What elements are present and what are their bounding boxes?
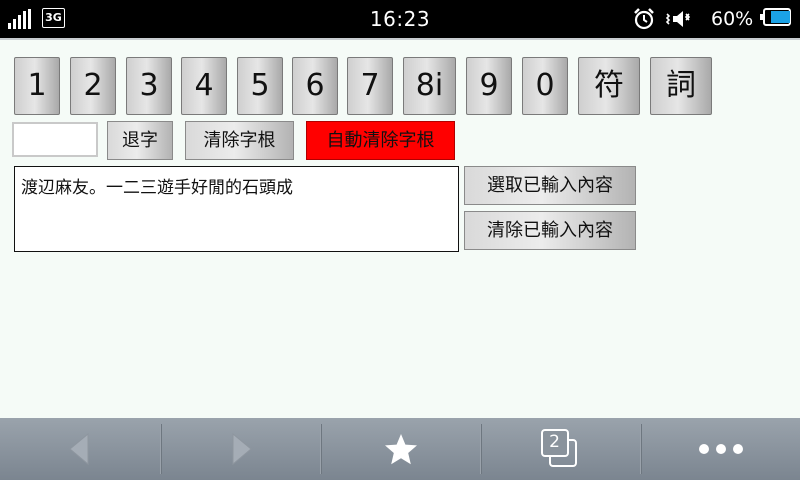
forward-icon[interactable] (161, 418, 320, 480)
more-icon[interactable] (641, 418, 800, 480)
auto-clear-radicals-button[interactable]: 自動清除字根 (306, 121, 455, 160)
alarm-icon (632, 7, 656, 35)
output-textarea[interactable]: 渡辺麻友。一二三遊手好閒的石頭成 (14, 166, 459, 252)
radical-input[interactable] (12, 122, 98, 157)
bookmark-star-icon[interactable] (321, 418, 480, 480)
battery-percent: 60% (711, 8, 754, 30)
key-5[interactable]: 5 (237, 57, 283, 115)
key-2[interactable]: 2 (70, 57, 116, 115)
back-icon[interactable] (0, 418, 160, 480)
key-1[interactable]: 1 (14, 57, 60, 115)
browser-toolbar: 2 (0, 418, 800, 480)
key-3[interactable]: 3 (126, 57, 172, 115)
status-bar-divider (0, 38, 800, 40)
battery-icon (760, 8, 791, 26)
tab-count: 2 (540, 429, 569, 457)
key-phrases[interactable]: 詞 (650, 57, 712, 115)
key-8[interactable]: 8i (403, 57, 456, 115)
key-4[interactable]: 4 (181, 57, 227, 115)
backspace-button[interactable]: 退字 (107, 121, 173, 160)
key-9[interactable]: 9 (466, 57, 512, 115)
key-6[interactable]: 6 (292, 57, 338, 115)
clear-radicals-button[interactable]: 清除字根 (185, 121, 294, 160)
key-7[interactable]: 7 (347, 57, 393, 115)
tabs-icon[interactable]: 2 (481, 418, 640, 480)
speaker-vibrate-icon (665, 8, 693, 34)
clear-input-button[interactable]: 清除已輸入內容 (464, 211, 636, 250)
status-bar: 3G 16:23 60% (0, 0, 800, 38)
key-0[interactable]: 0 (522, 57, 568, 115)
key-symbols[interactable]: 符 (578, 57, 640, 115)
select-input-button[interactable]: 選取已輸入內容 (464, 166, 636, 205)
